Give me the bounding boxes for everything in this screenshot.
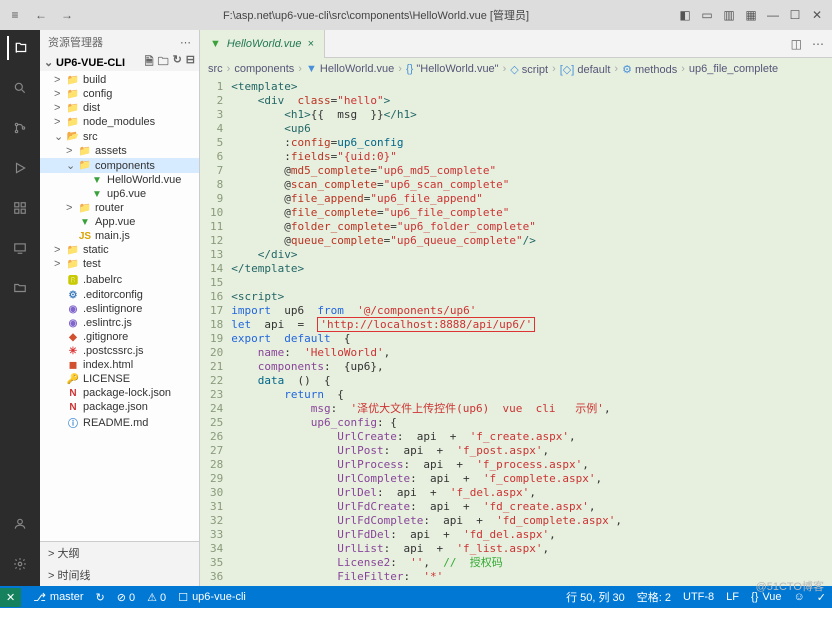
tree-item-src[interactable]: ⌄📂src	[40, 129, 199, 144]
tree-item-components[interactable]: ⌄📁components	[40, 158, 199, 173]
breadcrumb-item[interactable]: src	[208, 63, 223, 75]
grid-icon[interactable]: ▦	[744, 8, 758, 22]
branch[interactable]: ⎇ master	[33, 591, 83, 604]
outline-section[interactable]: > 大纲	[40, 542, 199, 564]
sync[interactable]: ↻	[96, 591, 105, 604]
tree-item-config[interactable]: >📁config	[40, 87, 199, 101]
tree-item-package-lock-json[interactable]: Npackage-lock.json	[40, 386, 199, 400]
port[interactable]: ☐ up6-vue-cli	[178, 591, 246, 604]
tree-item-main-js[interactable]: JSmain.js	[40, 229, 199, 243]
tree-item--gitignore[interactable]: ◆.gitignore	[40, 330, 199, 344]
activitybar	[0, 30, 40, 586]
tree-item--eslintignore[interactable]: ◉.eslintignore	[40, 302, 199, 316]
tree-item--eslintrc-js[interactable]: ◉.eslintrc.js	[40, 316, 199, 330]
watermark: @51CTO博客	[756, 578, 824, 594]
more-tab-icon[interactable]: ⋯	[812, 37, 824, 51]
statusbar: ✕ ⎇ master ↻ ⊘ 0 ⚠ 0 ☐ up6-vue-cli 行 50,…	[0, 586, 832, 608]
sidebar: 资源管理器 ⋯ ⌄UP6-VUE-CLI 🗎 🗀 ↻ ⊟ >📁build>📁co…	[40, 30, 200, 586]
breadcrumb-item[interactable]: ◇ script	[510, 63, 548, 76]
code-editor[interactable]: 1234567891011121314151617181920212223242…	[200, 80, 832, 586]
maximize-icon[interactable]: ☐	[788, 8, 802, 22]
breadcrumb-item[interactable]: ⚙ methods	[622, 63, 677, 76]
more-icon[interactable]: ⋯	[180, 36, 191, 49]
tree-item-router[interactable]: >📁router	[40, 201, 199, 215]
sidebar-title: 资源管理器	[48, 34, 103, 50]
close-icon[interactable]: ✕	[810, 8, 824, 22]
new-folder-icon[interactable]: 🗀	[158, 53, 169, 72]
breadcrumb-item[interactable]: components	[234, 63, 294, 75]
breadcrumb[interactable]: src›components›▼ HelloWorld.vue›{} "Hell…	[200, 58, 832, 80]
panel-icon[interactable]: ▭	[700, 8, 714, 22]
titlebar: ≡ ← → F:\asp.net\up6-vue-cli\src\compone…	[0, 0, 832, 30]
account-icon[interactable]	[8, 512, 32, 536]
remote-status[interactable]: ✕	[0, 588, 21, 607]
tabbar: ▼ HelloWorld.vue × ◫ ⋯	[200, 30, 832, 58]
remote-icon[interactable]	[8, 236, 32, 260]
forward-icon[interactable]: →	[60, 8, 74, 22]
project-root[interactable]: ⌄UP6-VUE-CLI 🗎 🗀 ↻ ⊟	[40, 54, 199, 71]
encoding[interactable]: UTF-8	[683, 589, 714, 605]
collapse-icon[interactable]: ⊟	[186, 53, 195, 72]
breadcrumb-item[interactable]: ▼ HelloWorld.vue	[306, 63, 394, 75]
refresh-icon[interactable]: ↻	[173, 53, 182, 72]
tree-item--postcssrc-js[interactable]: ✳.postcssrc.js	[40, 344, 199, 358]
search-icon[interactable]	[8, 76, 32, 100]
explorer-icon[interactable]	[7, 36, 31, 60]
tree-item-dist[interactable]: >📁dist	[40, 101, 199, 115]
breadcrumb-item[interactable]: up6_file_complete	[689, 63, 778, 75]
layout2-icon[interactable]: ▥	[722, 8, 736, 22]
tree-item-build[interactable]: >📁build	[40, 73, 199, 87]
tree-item-static[interactable]: >📁static	[40, 243, 199, 257]
breadcrumb-item[interactable]: {} "HelloWorld.vue"	[406, 63, 499, 75]
tree-item--editorconfig[interactable]: ⚙.editorconfig	[40, 288, 199, 302]
tree-item-assets[interactable]: >📁assets	[40, 144, 199, 158]
extensions-icon[interactable]	[8, 196, 32, 220]
new-file-icon[interactable]: 🗎	[145, 53, 154, 72]
minimize-icon[interactable]: —	[766, 8, 780, 22]
tree-item-license[interactable]: 🔑LICENSE	[40, 372, 199, 386]
editor: ▼ HelloWorld.vue × ◫ ⋯ src›components›▼ …	[200, 30, 832, 586]
file-tree: >📁build>📁config>📁dist>📁node_modules⌄📂src…	[40, 71, 199, 541]
tree-item-node-modules[interactable]: >📁node_modules	[40, 115, 199, 129]
settings-icon[interactable]	[8, 552, 32, 576]
tree-item-up6-vue[interactable]: ▼up6.vue	[40, 187, 199, 201]
cursor-pos[interactable]: 行 50, 列 30	[566, 589, 625, 605]
tree-item-app-vue[interactable]: ▼App.vue	[40, 215, 199, 229]
errors[interactable]: ⊘ 0	[117, 591, 135, 604]
tab-helloworld[interactable]: ▼ HelloWorld.vue ×	[200, 30, 325, 58]
back-icon[interactable]: ←	[34, 8, 48, 22]
tab-close-icon[interactable]: ×	[307, 38, 313, 50]
folder-open-icon[interactable]	[8, 276, 32, 300]
vue-icon: ▼	[210, 38, 221, 50]
source-control-icon[interactable]	[8, 116, 32, 140]
tree-item-package-json[interactable]: Npackage.json	[40, 400, 199, 414]
timeline-section[interactable]: > 时间线	[40, 564, 199, 586]
tree-item-test[interactable]: >📁test	[40, 257, 199, 271]
tree-item-readme-md[interactable]: ⓘREADME.md	[40, 414, 199, 431]
tree-item-index-html[interactable]: ◼index.html	[40, 358, 199, 372]
tree-item--babelrc[interactable]: 🅱.babelrc	[40, 271, 199, 288]
layout-icon[interactable]: ◧	[678, 8, 692, 22]
eol[interactable]: LF	[726, 589, 739, 605]
warnings[interactable]: ⚠ 0	[147, 591, 166, 604]
breadcrumb-item[interactable]: [◇] default	[560, 63, 611, 76]
window-title: F:\asp.net\up6-vue-cli\src\components\He…	[74, 7, 678, 23]
spaces[interactable]: 空格: 2	[637, 589, 671, 605]
app-menu-icon[interactable]: ≡	[8, 8, 22, 22]
run-debug-icon[interactable]	[8, 156, 32, 180]
tree-item-helloworld-vue[interactable]: ▼HelloWorld.vue	[40, 173, 199, 187]
split-icon[interactable]: ◫	[791, 37, 802, 51]
